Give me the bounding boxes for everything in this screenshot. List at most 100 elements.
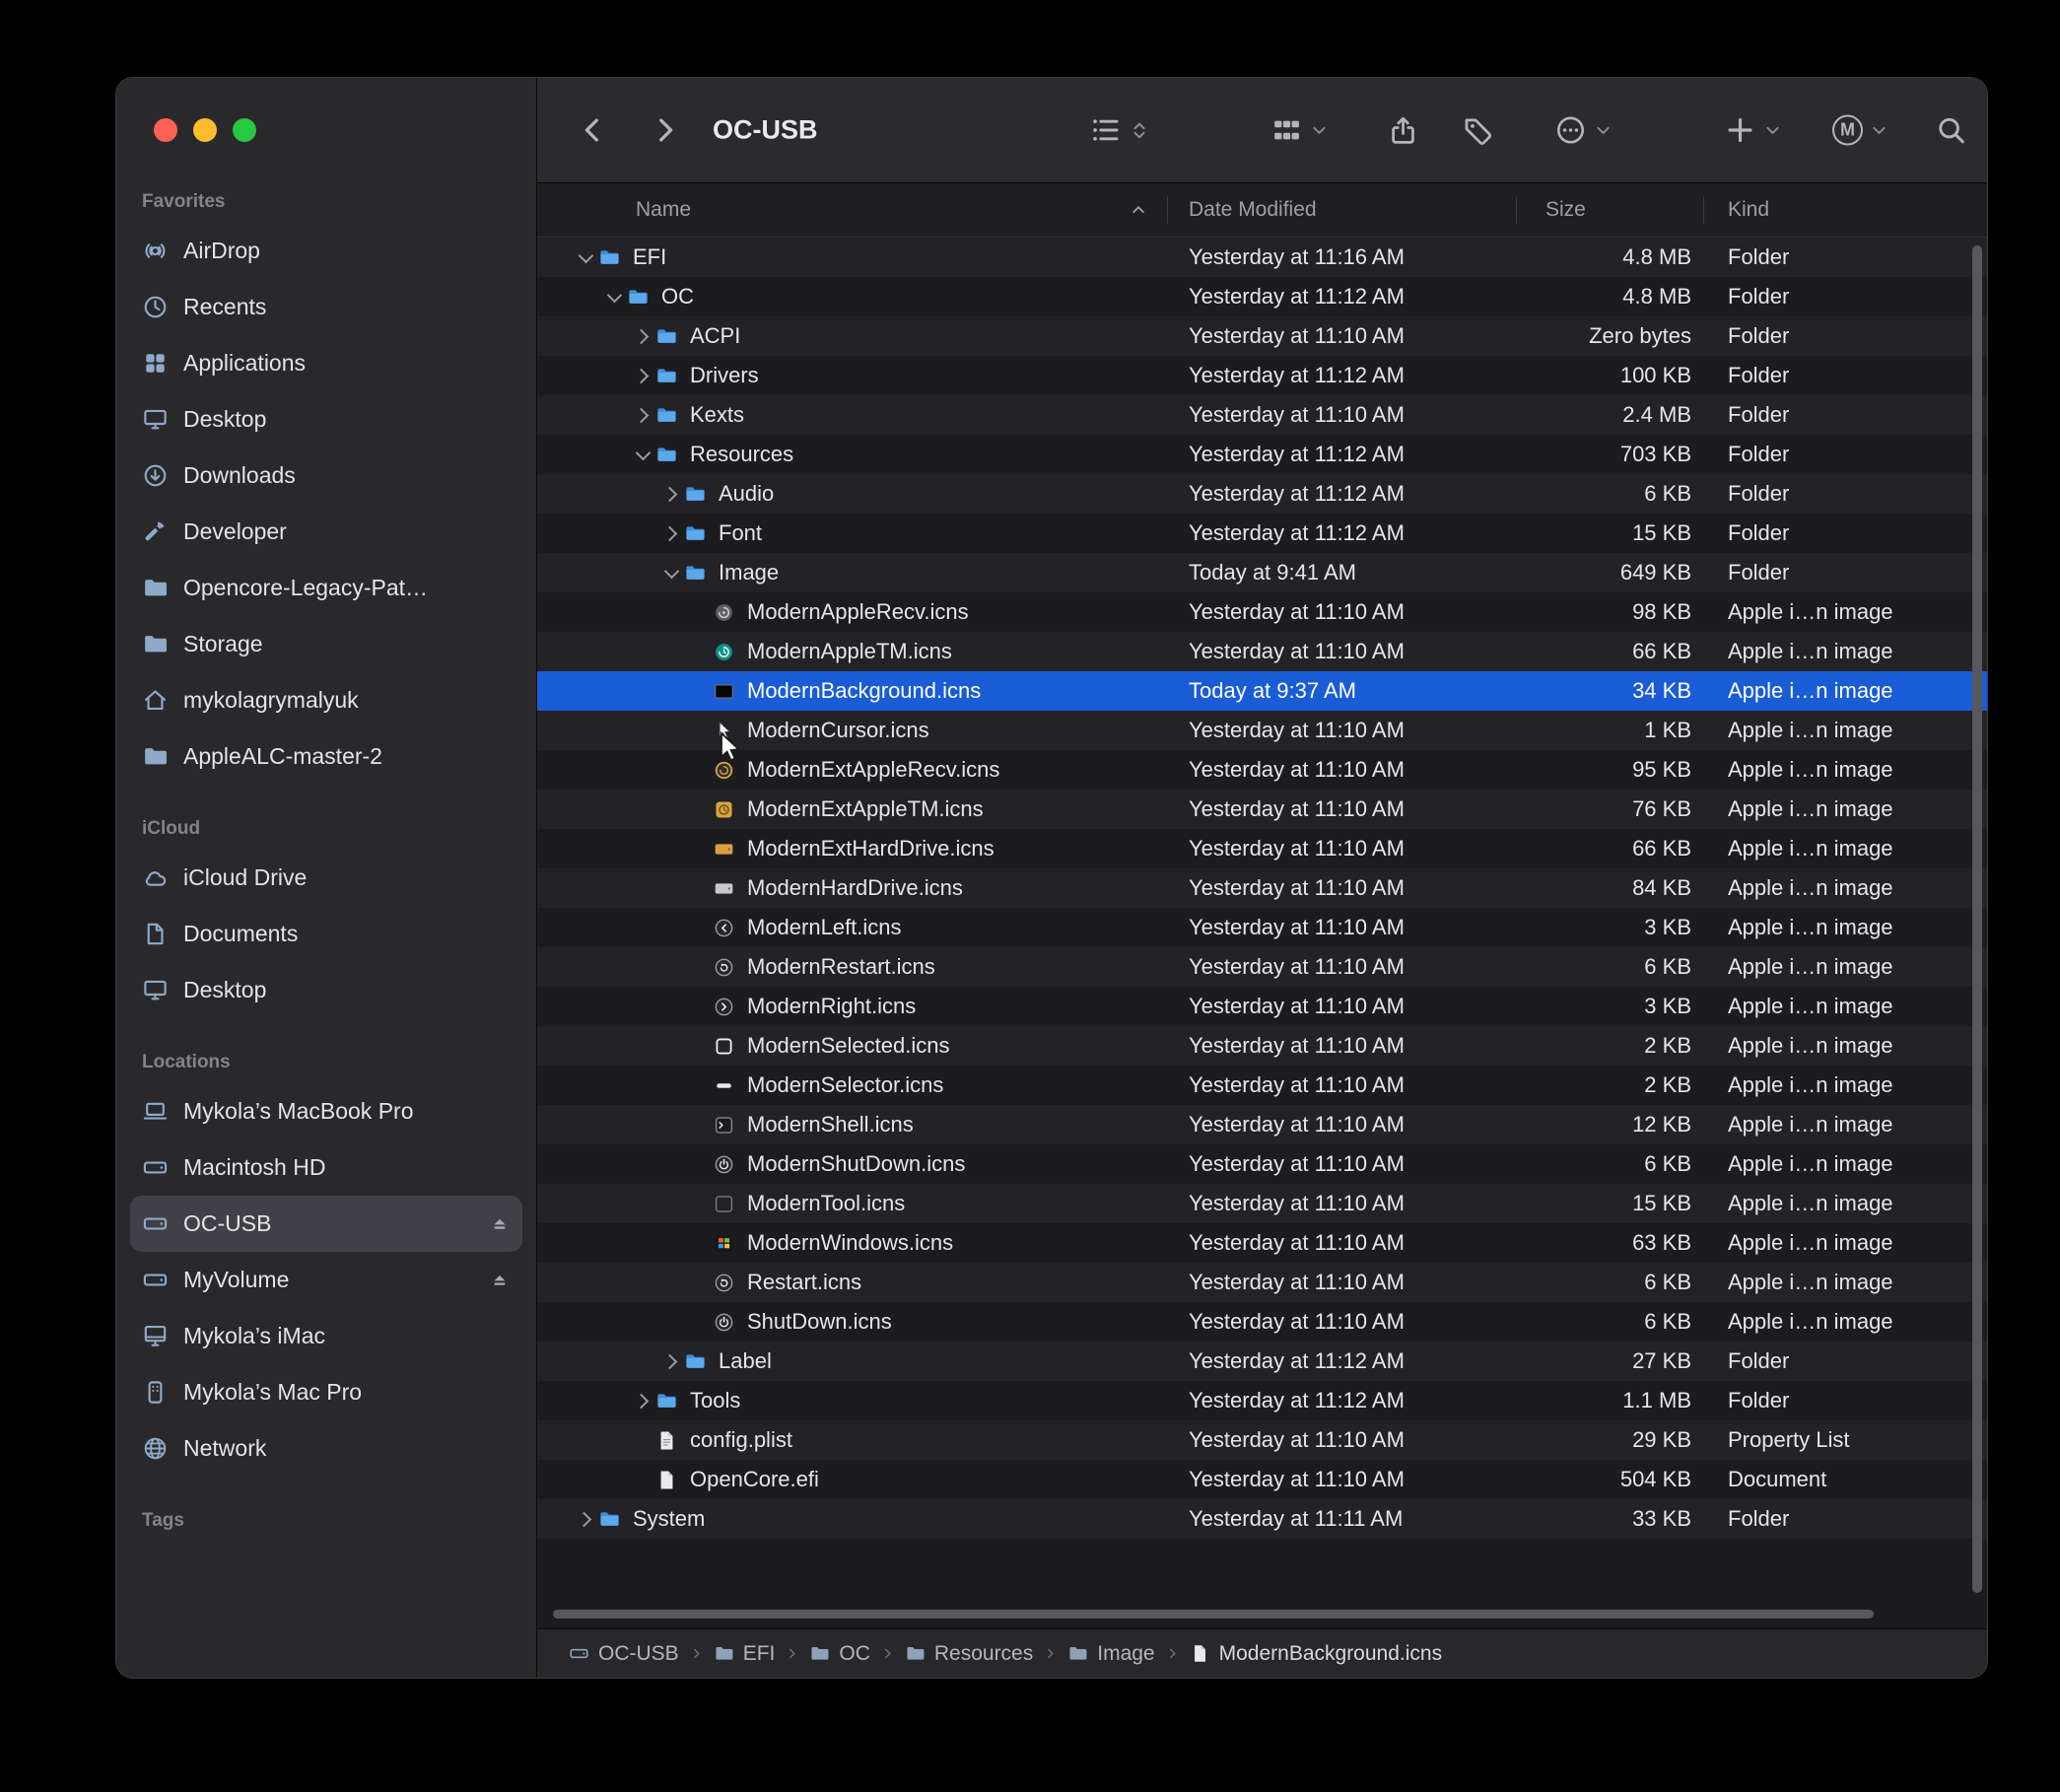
disclosure-triangle[interactable] (658, 570, 684, 577)
file-row-tools[interactable]: ToolsYesterday at 11:12 AM1.1 MBFolder (537, 1381, 1987, 1420)
file-row-acpi[interactable]: ACPIYesterday at 11:10 AMZero bytesFolde… (537, 316, 1987, 356)
minimize-button[interactable] (193, 118, 217, 142)
file-row-modernrestart-icns[interactable]: ModernRestart.icnsYesterday at 11:10 AM6… (537, 947, 1987, 987)
file-row-modernappletm-icns[interactable]: ModernAppleTM.icnsYesterday at 11:10 AM6… (537, 632, 1987, 671)
account-button[interactable]: M (1832, 115, 1888, 146)
disclosure-triangle[interactable] (573, 1514, 598, 1525)
horizontal-scrollbar[interactable] (553, 1610, 1874, 1619)
column-separator[interactable] (1703, 196, 1704, 224)
column-header-name[interactable]: Name (537, 183, 1167, 237)
file-row-moderntool-icns[interactable]: ModernTool.icnsYesterday at 11:10 AM15 K… (537, 1184, 1987, 1223)
disclosure-triangle[interactable] (658, 1356, 684, 1367)
file-row-system[interactable]: SystemYesterday at 11:11 AM33 KBFolder (537, 1499, 1987, 1539)
path-item-oc[interactable]: OC (809, 1642, 870, 1666)
sidebar-item-applealc-master-2[interactable]: AppleALC-master-2 (130, 728, 522, 785)
sidebar-item-icloud-drive[interactable]: iCloud Drive (130, 850, 522, 906)
forward-button[interactable] (650, 114, 681, 146)
new-button[interactable] (1724, 114, 1782, 147)
view-mode-button[interactable] (1089, 114, 1150, 147)
file-row-font[interactable]: FontYesterday at 11:12 AM15 KBFolder (537, 514, 1987, 553)
file-row-config-plist[interactable]: config.plistYesterday at 11:10 AM29 KBPr… (537, 1420, 1987, 1460)
file-row-modernshell-icns[interactable]: ModernShell.icnsYesterday at 11:10 AM12 … (537, 1105, 1987, 1144)
tags-button[interactable] (1462, 114, 1494, 147)
column-separator[interactable] (1167, 196, 1168, 224)
sidebar-item-mykola-s-macbook-pro[interactable]: Mykola’s MacBook Pro (130, 1083, 522, 1139)
path-item-image[interactable]: Image (1067, 1642, 1154, 1666)
file-row-shutdown-icns[interactable]: ShutDown.icnsYesterday at 11:10 AM6 KBAp… (537, 1302, 1987, 1342)
sidebar-item-label: Documents (183, 921, 298, 947)
disclosure-triangle[interactable] (601, 294, 627, 301)
disclosure-triangle[interactable] (630, 451, 655, 458)
sidebar-item-mykola-s-imac[interactable]: Mykola’s iMac (130, 1308, 522, 1364)
file-row-modernselector-icns[interactable]: ModernSelector.icnsYesterday at 11:10 AM… (537, 1066, 1987, 1105)
file-row-modernwindows-icns[interactable]: ModernWindows.icnsYesterday at 11:10 AM6… (537, 1223, 1987, 1263)
path-item-modernbackground-icns[interactable]: ModernBackground.icns (1190, 1642, 1442, 1666)
sidebar-item-mykolagrymalyuk[interactable]: mykolagrymalyuk (130, 672, 522, 728)
column-header-size[interactable]: Size (1516, 183, 1703, 237)
ext-timemachine-icon (713, 798, 735, 821)
sidebar-item-storage[interactable]: Storage (130, 616, 522, 672)
column-header-date-modified[interactable]: Date Modified (1167, 183, 1516, 237)
file-row-oc[interactable]: OCYesterday at 11:12 AM4.8 MBFolder (537, 277, 1987, 316)
file-row-restart-icns[interactable]: Restart.icnsYesterday at 11:10 AM6 KBApp… (537, 1263, 1987, 1302)
file-row-efi[interactable]: EFIYesterday at 11:16 AM4.8 MBFolder (537, 238, 1987, 277)
file-row-modernharddrive-icns[interactable]: ModernHardDrive.icnsYesterday at 11:10 A… (537, 868, 1987, 908)
path-item-oc-usb[interactable]: OC-USB (569, 1642, 679, 1666)
sidebar-item-mykola-s-mac-pro[interactable]: Mykola’s Mac Pro (130, 1364, 522, 1420)
column-header-kind[interactable]: Kind (1703, 183, 1987, 237)
file-row-drivers[interactable]: DriversYesterday at 11:12 AM100 KBFolder (537, 356, 1987, 395)
file-row-modernapplerecv-icns[interactable]: ModernAppleRecv.icnsYesterday at 11:10 A… (537, 592, 1987, 632)
path-item-efi[interactable]: EFI (714, 1642, 776, 1666)
sidebar-item-label: Recents (183, 294, 266, 320)
file-row-modernright-icns[interactable]: ModernRight.icnsYesterday at 11:10 AM3 K… (537, 987, 1987, 1026)
sidebar-item-recents[interactable]: Recents (130, 279, 522, 335)
file-row-modernextharddrive-icns[interactable]: ModernExtHardDrive.icnsYesterday at 11:1… (537, 829, 1987, 868)
file-row-label[interactable]: LabelYesterday at 11:12 AM27 KBFolder (537, 1342, 1987, 1381)
disclosure-triangle[interactable] (658, 528, 684, 539)
sidebar-item-myvolume[interactable]: MyVolume (130, 1252, 522, 1308)
sidebar-item-desktop[interactable]: Desktop (130, 962, 522, 1018)
sidebar-item-opencore-legacy-pat[interactable]: Opencore-Legacy-Pat… (130, 560, 522, 616)
folder-icon (684, 562, 707, 585)
eject-icon[interactable] (489, 1270, 511, 1291)
disclosure-triangle[interactable] (658, 489, 684, 500)
group-by-button[interactable] (1270, 114, 1329, 147)
sidebar-item-network[interactable]: Network (130, 1420, 522, 1477)
sidebar-item-desktop[interactable]: Desktop (130, 391, 522, 448)
share-button[interactable] (1387, 114, 1419, 147)
search-button[interactable] (1935, 114, 1967, 147)
zoom-button[interactable] (233, 118, 256, 142)
back-button[interactable] (577, 114, 608, 146)
eject-icon[interactable] (489, 1213, 511, 1235)
disclosure-triangle[interactable] (630, 410, 655, 421)
file-row-audio[interactable]: AudioYesterday at 11:12 AM6 KBFolder (537, 474, 1987, 514)
sidebar-item-oc-usb[interactable]: OC-USB (130, 1196, 522, 1252)
file-row-opencore-efi[interactable]: OpenCore.efiYesterday at 11:10 AM504 KBD… (537, 1460, 1987, 1499)
file-row-modernselected-icns[interactable]: ModernSelected.icnsYesterday at 11:10 AM… (537, 1026, 1987, 1066)
file-row-kexts[interactable]: KextsYesterday at 11:10 AM2.4 MBFolder (537, 395, 1987, 435)
sidebar-item-documents[interactable]: Documents (130, 906, 522, 962)
disclosure-triangle[interactable] (573, 254, 598, 261)
sidebar-item-macintosh-hd[interactable]: Macintosh HD (130, 1139, 522, 1196)
file-row-modernextapplerecv-icns[interactable]: ModernExtAppleRecv.icnsYesterday at 11:1… (537, 750, 1987, 790)
disclosure-triangle[interactable] (630, 331, 655, 342)
sidebar-item-applications[interactable]: Applications (130, 335, 522, 391)
disclosure-triangle[interactable] (630, 1396, 655, 1407)
file-row-resources[interactable]: ResourcesYesterday at 11:12 AM703 KBFold… (537, 435, 1987, 474)
vertical-scrollbar[interactable] (1972, 245, 1982, 1593)
file-row-image[interactable]: ImageToday at 9:41 AM649 KBFolder (537, 553, 1987, 592)
file-row-modernshutdown-icns[interactable]: ModernShutDown.icnsYesterday at 11:10 AM… (537, 1144, 1987, 1184)
file-row-modernleft-icns[interactable]: ModernLeft.icnsYesterday at 11:10 AM3 KB… (537, 908, 1987, 947)
column-separator[interactable] (1516, 196, 1517, 224)
path-item-resources[interactable]: Resources (905, 1642, 1033, 1666)
sidebar-item-downloads[interactable]: Downloads (130, 448, 522, 504)
close-button[interactable] (154, 118, 177, 142)
more-actions-button[interactable] (1554, 114, 1613, 147)
disclosure-triangle[interactable] (630, 371, 655, 381)
file-size: 1.1 MB (1516, 1381, 1703, 1420)
file-row-moderncursor-icns[interactable]: ModernCursor.icnsYesterday at 11:10 AM1 … (537, 711, 1987, 750)
file-row-modernextappletm-icns[interactable]: ModernExtAppleTM.icnsYesterday at 11:10 … (537, 790, 1987, 829)
sidebar-item-developer[interactable]: Developer (130, 504, 522, 560)
sidebar-item-airdrop[interactable]: AirDrop (130, 223, 522, 279)
file-row-modernbackground-icns[interactable]: ModernBackground.icnsToday at 9:37 AM34 … (537, 671, 1987, 711)
